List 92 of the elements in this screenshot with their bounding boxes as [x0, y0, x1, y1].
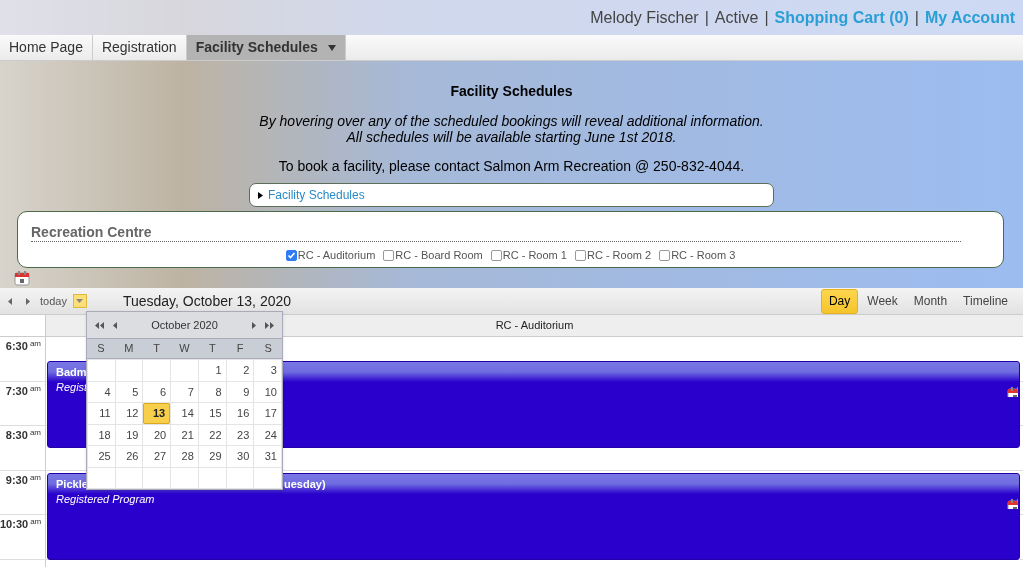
contact-note: To book a facility, please contact Salmon Arm Recreation @ 250-832-4044. [278, 157, 745, 176]
date-cell[interactable]: 14 [171, 403, 198, 424]
date-cell[interactable]: 1 [198, 360, 226, 381]
date-cell[interactable]: 20 [143, 424, 171, 445]
date-cell[interactable]: 10 [254, 381, 281, 402]
section-title: Facility Schedules [450, 82, 573, 101]
view-tab[interactable]: Month [906, 288, 955, 314]
date-cell[interactable]: 24 [254, 424, 281, 445]
checkbox[interactable] [490, 249, 502, 261]
date-cell[interactable]: 9 [226, 381, 254, 402]
date-cell[interactable]: 21 [171, 424, 198, 445]
today-button[interactable]: today [40, 292, 67, 310]
date-cell[interactable]: 15 [198, 403, 226, 424]
weekday-label: F [235, 341, 245, 357]
date-cell[interactable]: 6 [143, 381, 171, 402]
date-cell[interactable]: 4 [88, 381, 115, 402]
weekday-label: S [96, 341, 106, 357]
separator: | [764, 7, 769, 28]
date-cell[interactable]: 22 [198, 424, 226, 445]
weekday-label: W [178, 341, 191, 357]
date-cell[interactable]: 30 [226, 446, 254, 467]
date-cell[interactable]: 28 [171, 446, 198, 467]
date-cell[interactable]: 2 [226, 360, 254, 381]
time-label: 7:30 $^{am}$ [0, 381, 46, 425]
date-cell[interactable]: 7 [171, 381, 198, 402]
checkbox-label: RC - Room 3 [671, 248, 736, 263]
date-cell[interactable]: 5 [115, 381, 143, 402]
separator: | [704, 7, 709, 28]
view-tab[interactable]: Week [860, 288, 905, 314]
separator: | [914, 7, 919, 28]
date-cell[interactable]: 19 [115, 424, 143, 445]
date-cell[interactable]: 25 [88, 446, 115, 467]
checkbox-label: RC - Board Room [395, 248, 483, 263]
checkbox[interactable] [659, 249, 671, 261]
date-cell[interactable]: 31 [254, 446, 281, 467]
month-title: October 2020 [150, 317, 219, 333]
next-arrow-icon [26, 297, 30, 305]
disclosure-triangle-icon [257, 191, 264, 199]
event-block[interactable]: Pickle uesday) Registered Program [47, 472, 1020, 560]
last-arrow-icon [265, 321, 274, 329]
date-cell[interactable]: 3 [254, 360, 281, 381]
view-tab[interactable]: Day [820, 288, 859, 314]
time-label: 9:30 $^{am}$ [0, 470, 46, 514]
calendar-icon [14, 270, 32, 288]
date-cell[interactable]: 27 [143, 446, 171, 467]
date-cell[interactable]: 16 [226, 403, 254, 424]
date-cell[interactable]: 11 [88, 403, 115, 424]
weekday-label: T [152, 341, 161, 357]
datepicker-toggle-button[interactable] [72, 294, 87, 308]
view-tab[interactable]: Timeline [956, 288, 1015, 314]
date-cell[interactable]: 23 [226, 424, 254, 445]
date-cell[interactable]: 13 [143, 403, 171, 424]
checkbox-label: RC - Room 2 [586, 248, 652, 263]
previous-arrow-icon [113, 321, 117, 329]
calendar-icon [1007, 386, 1018, 398]
weekday-label: S [263, 341, 273, 357]
event-subtitle: Regist [56, 380, 88, 396]
account-status: Active [714, 7, 759, 28]
time-label: 8:30 $^{am}$ [0, 426, 46, 470]
checkbox[interactable] [383, 249, 395, 261]
event-title: uesday) [284, 476, 326, 492]
time-label: 6:30 $^{am}$ [0, 337, 46, 381]
caret-icon [76, 299, 84, 303]
previous-arrow-icon [8, 297, 12, 305]
date-cell[interactable]: 29 [198, 446, 226, 467]
next-arrow-icon [252, 321, 256, 329]
checkbox-label: RC - Room 1 [502, 248, 567, 263]
current-date: Tuesday, October 13, 2020 [122, 291, 292, 311]
event-subtitle: Registered Program [56, 491, 155, 507]
nav-tab[interactable]: Home Page [0, 35, 93, 60]
time-label: 10:30 $^{am}$ [0, 515, 46, 559]
event-title: Pickle [56, 476, 88, 492]
info-note: All schedules will be available starting June 1st 2018. [346, 129, 677, 145]
first-arrow-icon [95, 321, 104, 329]
checkbox-label: RC - Auditorium [297, 248, 376, 263]
date-cell[interactable]: 18 [88, 424, 115, 445]
panel-title: Recreation Centre [31, 224, 961, 242]
checkbox[interactable] [285, 249, 297, 261]
info-note: By hovering over any of the scheduled bookings will reveal additional information. [259, 113, 764, 129]
user-name: Melody Fischer [590, 7, 699, 28]
date-cell[interactable]: 8 [198, 381, 226, 402]
nav-tab[interactable]: Facility Schedules [186, 35, 346, 60]
date-cell[interactable]: 26 [115, 446, 143, 467]
weekday-label: M [123, 341, 135, 357]
checkbox[interactable] [574, 249, 586, 261]
date-cell[interactable]: 17 [254, 403, 281, 424]
nav-tab[interactable]: Registration [92, 35, 187, 60]
expander-button[interactable]: Facility Schedules [249, 183, 774, 207]
calendar-icon [1007, 497, 1018, 509]
date-cell[interactable]: 12 [115, 403, 143, 424]
weekday-label: T [208, 341, 217, 357]
event-title: Badm [56, 365, 87, 381]
